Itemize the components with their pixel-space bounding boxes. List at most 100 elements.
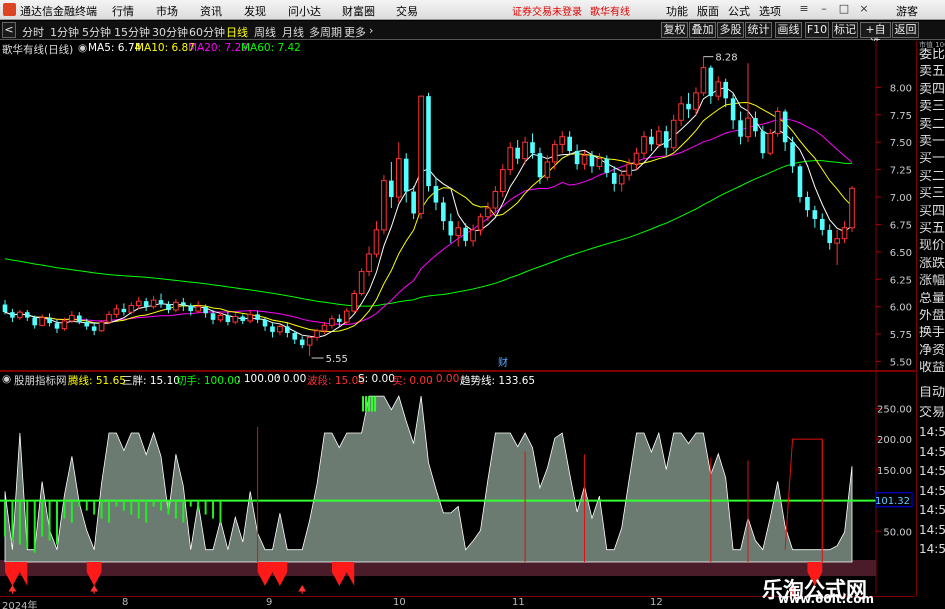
minimize-icon[interactable]: – bbox=[817, 2, 831, 16]
price-tick-label: 6.75 bbox=[890, 220, 912, 231]
period-fenshi[interactable]: 分时 bbox=[22, 24, 44, 40]
collapse-left-icon[interactable]: < bbox=[2, 22, 16, 38]
ind-legend-9: 趋势线: 133.65 bbox=[460, 375, 536, 387]
period-1min[interactable]: 1分钟 bbox=[50, 24, 79, 40]
trade-login-status[interactable]: 证券交易未登录 bbox=[512, 3, 582, 18]
candle bbox=[797, 164, 803, 203]
date-label-2024: 2024年 bbox=[2, 601, 38, 609]
tool-huaxian[interactable]: 画线 bbox=[775, 22, 802, 38]
kline-chart[interactable]: 8.00 7.75 7.50 7.25 7.00 6.75 6.50 6.25 6.00 5.75… bbox=[0, 41, 915, 370]
menu-item-caifuquan[interactable]: 财富圈 bbox=[342, 3, 375, 19]
price-tick-label: 5.75 bbox=[890, 330, 912, 341]
menu-item-faxian[interactable]: 发现 bbox=[244, 3, 266, 19]
trade-tick-label: 14:56 bbox=[919, 464, 945, 478]
indicator-legend: ◉ 股朋指标网 腾线: 51.65 三胖: 15.10 切手: 100.00 :… bbox=[2, 373, 872, 387]
price-tick-label: 7.75 bbox=[890, 111, 912, 122]
quote-field-label: 买三 bbox=[919, 187, 945, 202]
tool-add-favorite[interactable]: +自选 bbox=[860, 22, 891, 50]
app-title: 通达信金融终端 bbox=[20, 5, 97, 18]
ind-legend-2: 切手: 100.00 bbox=[176, 375, 241, 387]
finance-report-marker: 财 bbox=[498, 356, 508, 369]
date-label-nov: 11 bbox=[512, 597, 525, 608]
menu-item-hangqing[interactable]: 行情 bbox=[112, 3, 134, 19]
trade-tick-label: 自动 bbox=[919, 386, 945, 400]
candle bbox=[381, 175, 387, 235]
tool-duogu[interactable]: 多股 bbox=[717, 22, 744, 38]
indicator-name[interactable]: 股朋指标网 bbox=[14, 373, 67, 388]
ind-legend-5: 波段: 15.00 bbox=[307, 375, 365, 387]
tool-fuquan[interactable]: 复权 bbox=[661, 22, 688, 38]
indicator-toggle-icon[interactable]: ◉ bbox=[2, 373, 11, 385]
trade-tick-label: 14:56 bbox=[919, 444, 945, 459]
price-tick-label: 6.00 bbox=[890, 303, 912, 314]
legend-toggle-icon[interactable]: ◉ bbox=[78, 42, 87, 54]
menu-item-gongshi[interactable]: 公式 bbox=[728, 3, 750, 19]
menu-item-gongneng[interactable]: 功能 bbox=[666, 3, 688, 19]
trade-tick-label: 14:56 bbox=[919, 542, 945, 556]
quote-field-label: 换手 bbox=[919, 326, 945, 341]
period-15min[interactable]: 15分钟 bbox=[114, 24, 150, 40]
price-tick-label: 7.00 bbox=[890, 193, 912, 204]
quote-field-label: 总量 bbox=[919, 291, 945, 306]
watermark-url: www.60lt.com bbox=[778, 592, 875, 606]
trade-tick-label: 14:56 bbox=[919, 522, 945, 537]
indicator-chart[interactable]: 250.00200.00150.00100.0050.00101.32 bbox=[0, 372, 915, 594]
tool-f10[interactable]: F10 bbox=[805, 22, 829, 38]
guest-label[interactable]: 游客 bbox=[896, 3, 918, 19]
period-daily[interactable]: 日线 bbox=[226, 24, 248, 40]
menu-item-banmian[interactable]: 版面 bbox=[697, 3, 719, 19]
menu-item-xuanxiang[interactable]: 选项 bbox=[759, 3, 781, 19]
price-tick-label: 7.25 bbox=[890, 166, 912, 177]
stock-title[interactable]: 歌华有线(日线) bbox=[2, 42, 73, 57]
tool-diejia[interactable]: 叠加 bbox=[689, 22, 716, 38]
candle bbox=[670, 114, 677, 151]
price-tick-label: 6.50 bbox=[890, 248, 912, 259]
tool-tongji[interactable]: 统计 bbox=[745, 22, 772, 38]
price-tick-label: 7.50 bbox=[890, 138, 912, 149]
more-chevron-icon[interactable]: › bbox=[369, 24, 373, 37]
high-price-label: 8.28 bbox=[715, 53, 737, 64]
menu-item-jiaoyi[interactable]: 交易 bbox=[396, 3, 418, 19]
period-60min[interactable]: 60分钟 bbox=[189, 24, 225, 40]
menu-item-wenxiaoda[interactable]: 问小达 bbox=[288, 3, 321, 19]
price-tick-label: 8.00 bbox=[890, 83, 912, 94]
current-stock-name: 歌华有线 bbox=[590, 7, 630, 18]
date-label-aug: 8 bbox=[122, 597, 129, 608]
ind-legend-7: 买: 0.00 bbox=[392, 375, 433, 387]
date-label-dec: 12 bbox=[650, 597, 663, 608]
candle bbox=[849, 186, 855, 233]
menu-item-zixun[interactable]: 资讯 bbox=[200, 3, 222, 19]
tool-biaoji[interactable]: 标记 bbox=[832, 22, 858, 38]
tool-back[interactable]: 返回 bbox=[892, 22, 919, 38]
menu-item-shichang[interactable]: 市场 bbox=[156, 3, 178, 19]
quote-field-label: 买一 bbox=[919, 152, 945, 167]
indicator-base-band bbox=[0, 560, 876, 576]
quote-field-label: 卖四 bbox=[919, 82, 945, 97]
candle bbox=[98, 319, 105, 332]
period-multi[interactable]: 多周期 bbox=[309, 24, 342, 40]
quote-field-label: 买四 bbox=[919, 204, 945, 219]
candle bbox=[418, 95, 424, 219]
price-tick-label: 6.25 bbox=[890, 275, 912, 286]
candle bbox=[358, 268, 365, 296]
window-menu-icon[interactable]: ≡ bbox=[797, 2, 811, 16]
indicator-tick-label: 200.00 bbox=[877, 435, 912, 446]
period-monthly[interactable]: 月线 bbox=[282, 24, 304, 40]
quote-field-label: 涨幅 bbox=[919, 274, 945, 289]
quote-field-label: 买二 bbox=[919, 169, 945, 184]
period-5min[interactable]: 5分钟 bbox=[82, 24, 111, 40]
close-icon[interactable]: × bbox=[857, 2, 871, 16]
period-30min[interactable]: 30分钟 bbox=[152, 24, 188, 40]
period-more[interactable]: 更多 bbox=[344, 24, 366, 40]
trade-tick-label: 14:56 bbox=[919, 425, 945, 439]
indicator-tick-label: 50.00 bbox=[883, 527, 912, 538]
period-weekly[interactable]: 周线 bbox=[254, 24, 276, 40]
ind-legend-8: : 0.00 bbox=[429, 373, 460, 385]
maximize-icon[interactable]: □ bbox=[837, 2, 851, 16]
quote-field-label: 涨跌 bbox=[919, 256, 945, 271]
legend-ma10: MA10: 6.87 bbox=[135, 42, 195, 54]
indicator-current-value: 101.32 bbox=[875, 496, 910, 507]
quote-field-label: 卖二 bbox=[919, 117, 945, 132]
legend-ma60: MA60: 7.42 bbox=[241, 42, 301, 54]
quote-field-label: 卖一 bbox=[919, 135, 945, 149]
